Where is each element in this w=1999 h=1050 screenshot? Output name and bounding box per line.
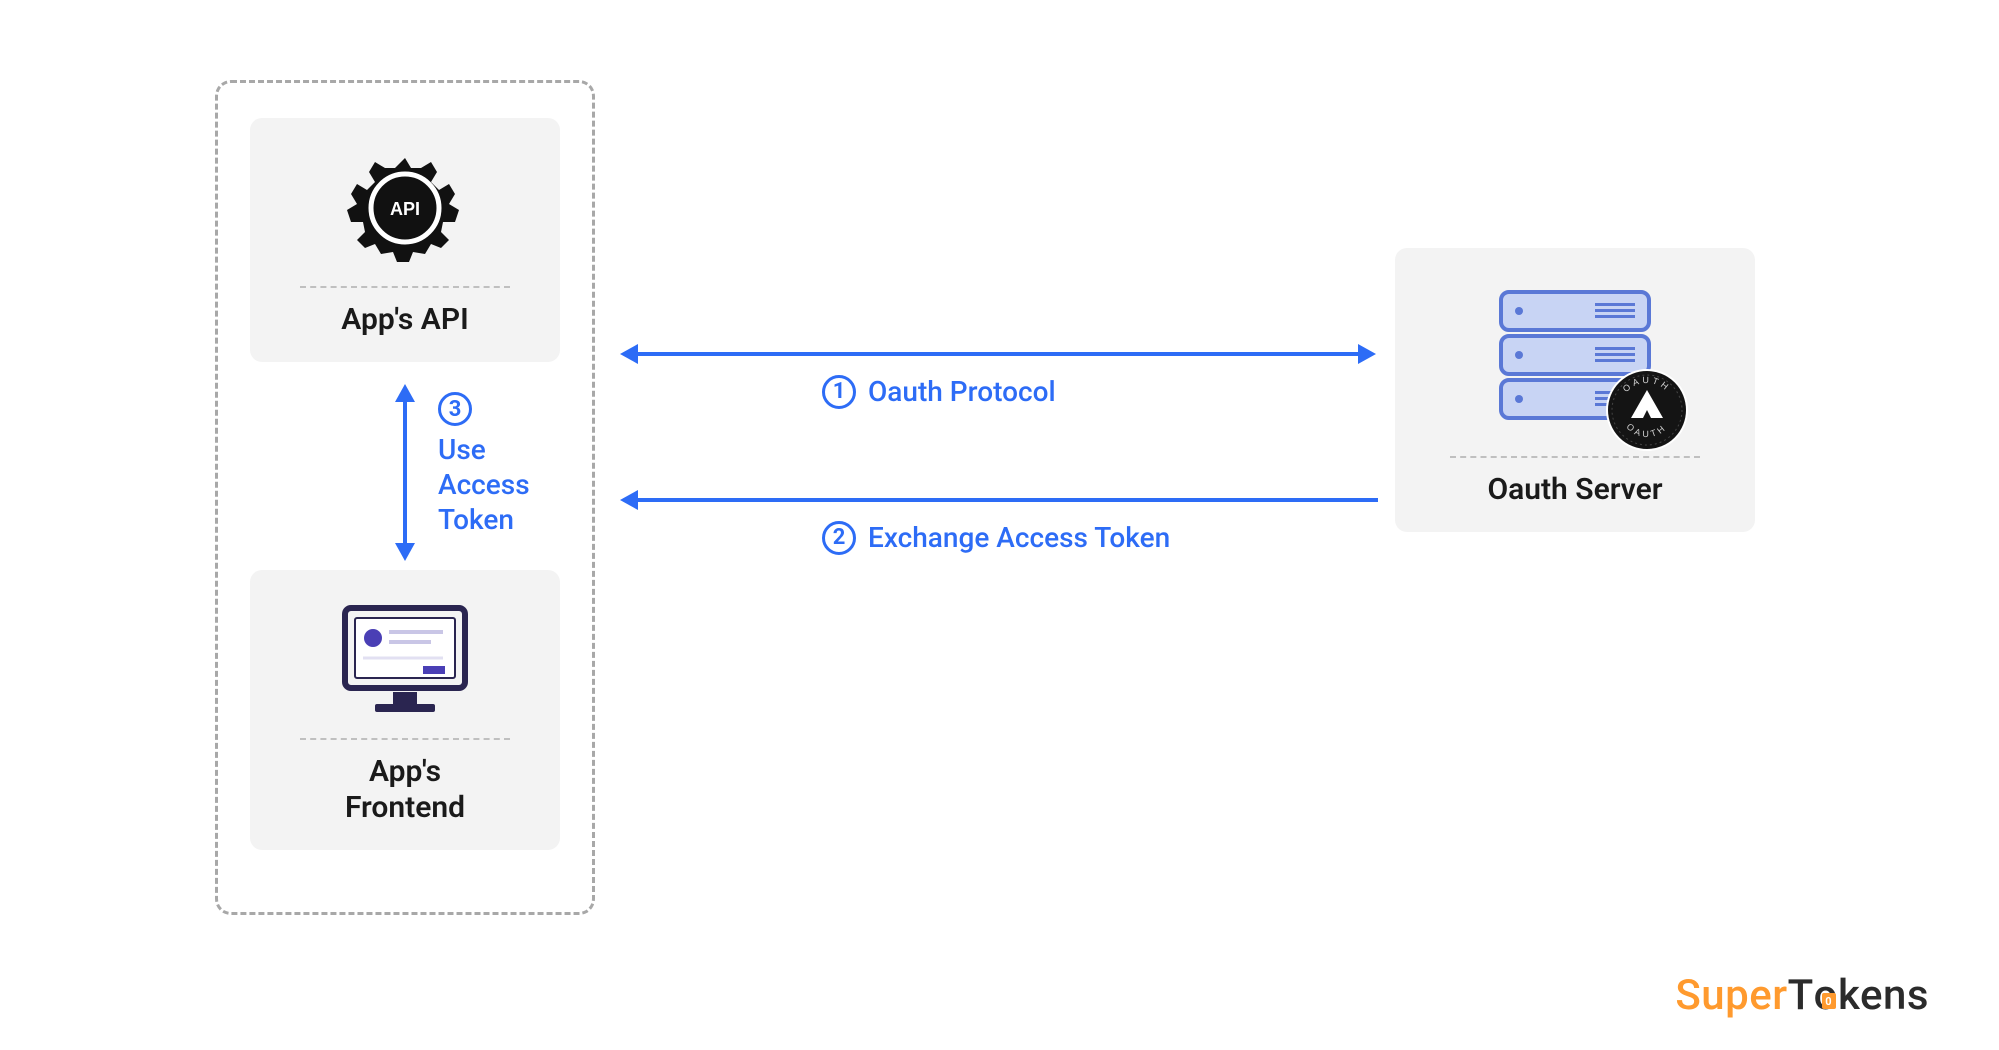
node-app-api: API App's API xyxy=(250,118,560,362)
node-oauth-server: OAUTH OAUTH Oauth Server xyxy=(1395,248,1755,532)
monitor-icon xyxy=(335,600,475,720)
edge-exchange-token-label: 2 Exchange Access Token xyxy=(822,520,1170,555)
arrow-head-right-icon xyxy=(1358,344,1376,364)
edge-oauth-protocol-label: 1 Oauth Protocol xyxy=(822,374,1056,409)
step-text: Oauth Protocol xyxy=(868,374,1056,409)
logo-part-kens: kens xyxy=(1838,971,1929,1020)
logo-part-super: Super xyxy=(1675,971,1787,1020)
arrow-head-down-icon xyxy=(395,543,415,561)
edge-use-access-token xyxy=(403,400,407,545)
edge-exchange-token xyxy=(638,498,1378,502)
node-app-api-label: App's API xyxy=(341,302,468,338)
node-app-frontend: App's Frontend xyxy=(250,570,560,850)
edge-oauth-protocol xyxy=(638,352,1358,356)
supertokens-logo: SuperTo0kens xyxy=(1675,971,1929,1020)
step-number-badge: 1 xyxy=(822,375,856,409)
arrow-head-left-icon xyxy=(620,490,638,510)
edge-use-access-token-label: 3 xyxy=(438,392,472,426)
arrow-head-left-icon xyxy=(620,344,638,364)
logo-pad-icon: 0 xyxy=(1822,993,1836,1009)
node-app-frontend-label: App's Frontend xyxy=(345,754,465,826)
step-number-badge: 2 xyxy=(822,521,856,555)
step-text: Use Access Token xyxy=(438,432,530,537)
oauth-badge-icon: OAUTH OAUTH xyxy=(1605,368,1689,452)
diagram-canvas: API App's API App's Frontend xyxy=(0,0,1999,1050)
api-gear-icon: API xyxy=(345,148,465,268)
step-number-badge: 3 xyxy=(438,392,472,426)
svg-text:API: API xyxy=(390,199,420,219)
server-stack-icon: OAUTH OAUTH xyxy=(1485,278,1665,438)
logo-part-t: T xyxy=(1788,971,1814,1020)
step-text: Exchange Access Token xyxy=(868,520,1170,555)
arrow-head-up-icon xyxy=(395,384,415,402)
node-oauth-server-label: Oauth Server xyxy=(1487,472,1662,508)
edge-use-access-token-text: Use Access Token xyxy=(438,432,530,537)
